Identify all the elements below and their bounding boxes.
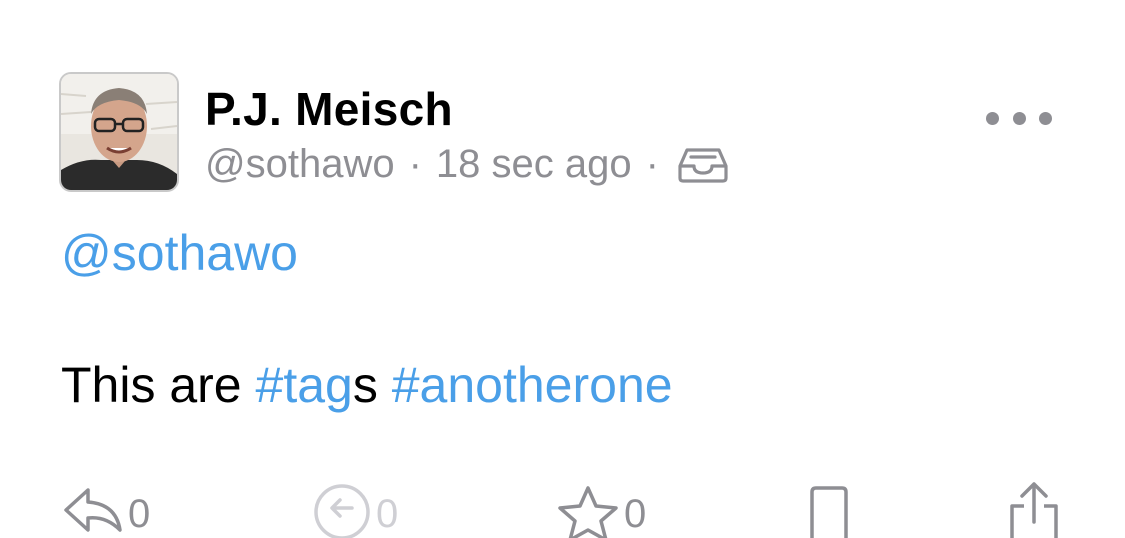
- handle[interactable]: @sothawo: [205, 142, 395, 187]
- tray-icon: [677, 144, 729, 184]
- favourite-button[interactable]: 0: [556, 478, 646, 538]
- meta-separator: ·: [408, 141, 422, 186]
- ellipsis-icon: [1039, 111, 1052, 125]
- favourite-count: 0: [624, 492, 647, 536]
- boost-count: 0: [376, 492, 399, 536]
- post-text: [378, 357, 392, 413]
- reply-icon: [64, 488, 122, 532]
- post[interactable]: P.J. Meisch @sothawo · 18 sec ago · @sot…: [0, 0, 1125, 538]
- bookmark-button[interactable]: [806, 478, 852, 538]
- boost-button[interactable]: 0: [312, 478, 398, 538]
- ellipsis-icon: [986, 111, 999, 125]
- more-options-button[interactable]: [986, 104, 1052, 132]
- action-bar: 0 0 0: [0, 478, 1125, 538]
- avatar[interactable]: [59, 72, 179, 192]
- display-name[interactable]: P.J. Meisch: [205, 82, 453, 136]
- post-content: @sothawo: [61, 222, 1061, 284]
- reply-count: 0: [128, 492, 151, 536]
- share-icon: [1010, 482, 1058, 538]
- reply-button[interactable]: 0: [62, 478, 150, 538]
- hashtag-link-tag[interactable]: #tag: [256, 357, 353, 413]
- mention-link[interactable]: @sothawo: [61, 225, 298, 281]
- meta-separator: ·: [645, 141, 659, 186]
- hashtag-link-anotherone[interactable]: #anotherone: [392, 357, 673, 413]
- star-icon: [558, 486, 618, 538]
- bookmark-icon: [810, 486, 848, 538]
- boost-icon: [314, 484, 370, 538]
- avatar-image: [61, 74, 177, 190]
- timestamp[interactable]: 18 sec ago: [436, 142, 632, 187]
- post-content-line: This are #tags #anotherone: [61, 354, 673, 416]
- post-meta: @sothawo · 18 sec ago ·: [205, 140, 729, 188]
- share-button[interactable]: [1004, 478, 1064, 538]
- ellipsis-icon: [1012, 111, 1026, 125]
- post-text: s: [352, 357, 378, 413]
- post-text: This are: [61, 357, 256, 413]
